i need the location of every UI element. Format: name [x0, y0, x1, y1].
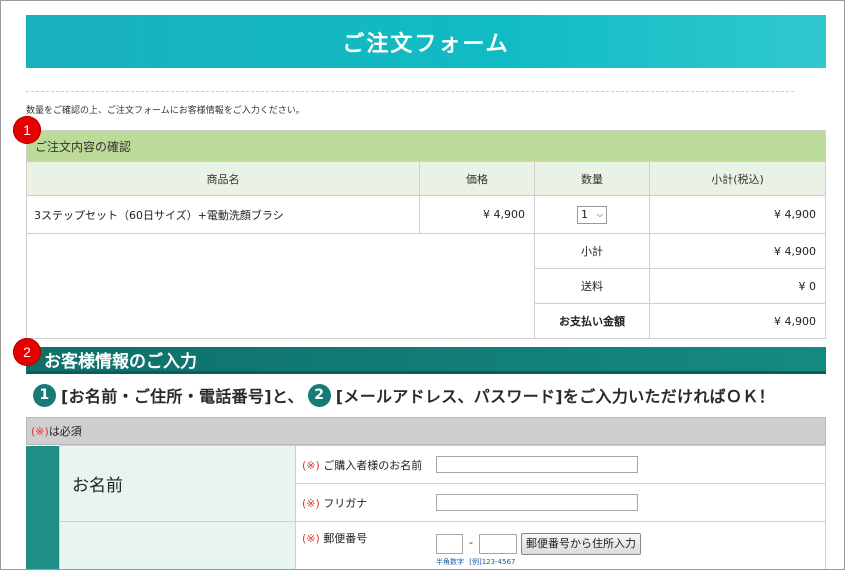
product-price: ¥ 4,900 [419, 195, 535, 234]
summary-label-shipping: 送料 [534, 268, 650, 304]
summary-value-total: ¥ 4,900 [649, 303, 826, 339]
required-mark: (※) [302, 496, 320, 510]
product-subtotal: ¥ 4,900 [649, 195, 826, 234]
col-header-product: 商品名 [26, 161, 420, 196]
required-text: は必須 [48, 425, 82, 438]
required-note: (※) は必須 [26, 417, 826, 445]
intro-text: 数量をご確認の上、ご注文フォームにお客様情報をご入力ください。 [26, 106, 305, 116]
summary-value-shipping: ¥ 0 [649, 268, 826, 304]
summary-label-subtotal: 小計 [534, 233, 650, 269]
blank-cell [26, 233, 535, 339]
col-header-price: 価格 [419, 161, 535, 196]
zip-input-second[interactable] [478, 534, 517, 554]
required-mark: (※) [31, 424, 49, 438]
col-header-subtotal: 小計(税込) [649, 161, 826, 196]
chevron-down-icon: ⌵ [596, 209, 603, 219]
guide-number-1: 1 [33, 383, 56, 407]
address-group-label [59, 521, 296, 569]
table-row: 3ステップセット（60日サイズ）+電動洗顔ブラシ ¥ 4,900 1 ⌵ ¥ 4… [26, 195, 826, 234]
zip-note-format: 半角数字 [436, 558, 464, 566]
quantity-value: 1 [581, 208, 588, 221]
name-group-label: お名前 [59, 445, 296, 522]
guide-text-1: [お名前・ご住所・電話番号]と、 [61, 387, 304, 406]
field-label-zip: 郵便番号 [323, 532, 368, 545]
name-input[interactable] [436, 456, 638, 473]
form-stripe [26, 445, 60, 569]
step-marker-1: 1 [13, 116, 41, 144]
order-section-title: ご注文内容の確認 [26, 130, 826, 162]
page-title: ご注文フォーム [26, 15, 826, 68]
order-table: ご注文内容の確認 商品名 価格 数量 小計(税込) 3ステップセット（60日サイ… [26, 130, 826, 339]
summary-value-subtotal: ¥ 4,900 [649, 233, 826, 269]
page-frame: ご注文フォーム 数量をご確認の上、ご注文フォームにお客様情報をご入力ください。 … [0, 0, 845, 570]
customer-form-table: お名前 (※) ご購入者様のお名前 (※) フリガナ (※) 郵便番号 - 郵便… [26, 445, 826, 569]
zip-note-example: [例]123-4567 [469, 558, 516, 566]
field-label-kana: フリガナ [323, 496, 368, 510]
zip-separator: - [469, 536, 473, 549]
kana-input[interactable] [436, 494, 638, 511]
zip-lookup-button[interactable]: 郵便番号から住所入力 [520, 533, 641, 555]
field-label-name: ご購入者様のお名前 [323, 458, 423, 472]
required-mark: (※) [302, 532, 320, 545]
product-name: 3ステップセット（60日サイズ）+電動洗顔ブラシ [26, 195, 420, 234]
divider [26, 91, 794, 92]
col-header-quantity: 数量 [534, 161, 650, 196]
required-mark: (※) [302, 458, 320, 472]
guide-text-2: [メールアドレス、パスワード]をご入力いただければＯＫ！ [335, 387, 775, 406]
zip-input-first[interactable] [436, 534, 463, 554]
summary-label-total: お支払い金額 [534, 303, 650, 339]
step-marker-2: 2 [13, 338, 41, 366]
guide-number-2: 2 [307, 383, 331, 407]
input-guide: 1 [お名前・ご住所・電話番号]と、 2 [メールアドレス、パスワード]をご入力… [33, 383, 775, 407]
customer-section-heading: お客様情報のご入力 [26, 347, 826, 374]
quantity-select[interactable]: 1 ⌵ [577, 205, 607, 224]
